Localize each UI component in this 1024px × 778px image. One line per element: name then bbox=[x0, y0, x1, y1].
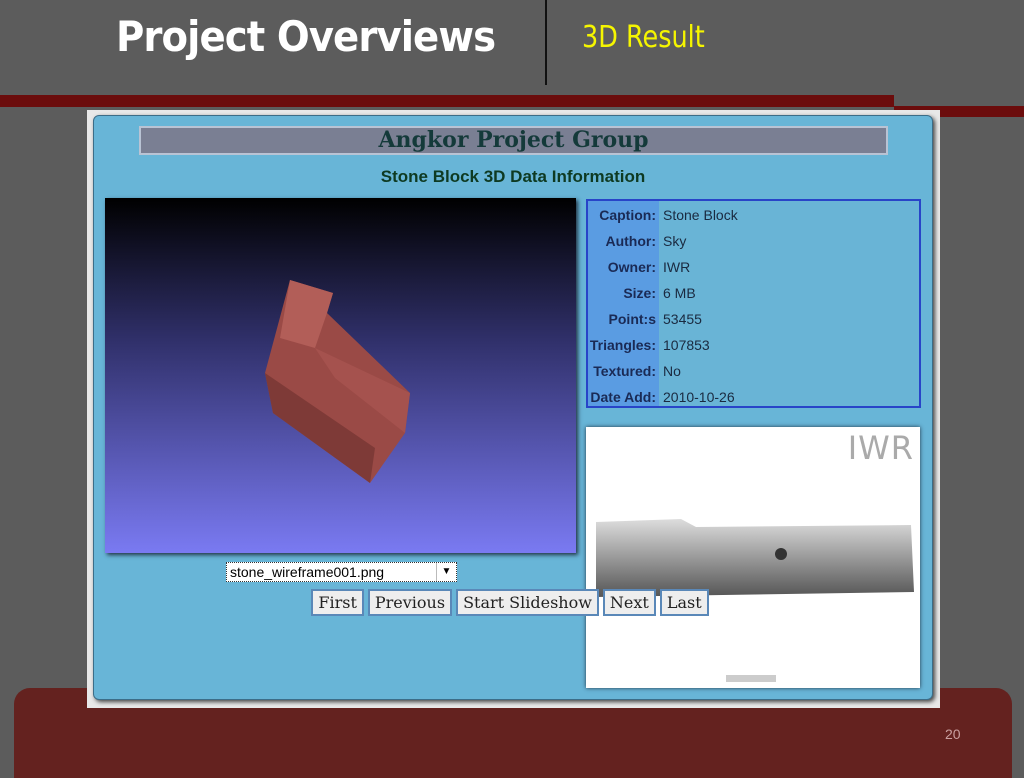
start-slideshow-button[interactable]: Start Slideshow bbox=[456, 589, 599, 616]
info-value: Stone Block bbox=[663, 207, 738, 223]
info-row: Size: 6 MB bbox=[588, 280, 918, 306]
info-row: Author: Sky bbox=[588, 228, 918, 254]
slide-title: Project Overviews bbox=[116, 12, 496, 61]
info-label: Caption: bbox=[599, 207, 656, 223]
previous-button[interactable]: Previous bbox=[367, 589, 453, 616]
navigation-buttons: First Previous Start Slideshow Next Last bbox=[93, 589, 933, 616]
info-row: Date Add: 2010-10-26 bbox=[588, 384, 918, 410]
info-label: Owner: bbox=[607, 259, 656, 275]
stone-block-model bbox=[265, 280, 410, 483]
info-table: Caption: Stone Block Author: Sky Owner: IWR Si… bbox=[586, 199, 921, 408]
info-value: 6 MB bbox=[663, 285, 696, 301]
info-value: 107853 bbox=[663, 337, 710, 353]
info-value: 53455 bbox=[663, 311, 702, 327]
page-number: 20 bbox=[945, 726, 961, 742]
info-row: Triangles: 107853 bbox=[588, 332, 918, 358]
3d-viewer[interactable] bbox=[105, 198, 576, 553]
chevron-down-icon[interactable]: ▼ bbox=[436, 563, 456, 581]
app-header: Angkor Project Group bbox=[139, 126, 888, 155]
info-label: Size: bbox=[623, 285, 656, 301]
info-label: Date Add: bbox=[590, 389, 656, 405]
select-value: stone_wireframe001.png bbox=[230, 564, 385, 580]
info-label: Author: bbox=[605, 233, 656, 249]
info-row: Owner: IWR bbox=[588, 254, 918, 280]
image-select[interactable]: stone_wireframe001.png ▼ bbox=[226, 562, 457, 582]
preview-image: IWR bbox=[586, 427, 920, 688]
slide-subtitle: 3D Result bbox=[582, 20, 705, 55]
relief-image bbox=[596, 519, 914, 682]
red-bar bbox=[0, 95, 894, 107]
info-value: Sky bbox=[663, 233, 687, 249]
app-heading: Stone Block 3D Data Information bbox=[380, 167, 646, 186]
info-row: Caption: Stone Block bbox=[588, 202, 918, 228]
info-value: 2010-10-26 bbox=[663, 389, 735, 405]
info-label: Textured: bbox=[593, 363, 656, 379]
info-row: Point:s 53455 bbox=[588, 306, 918, 332]
title-divider bbox=[545, 0, 547, 85]
last-button[interactable]: Last bbox=[659, 589, 709, 616]
next-button[interactable]: Next bbox=[602, 589, 656, 616]
info-value: No bbox=[663, 363, 681, 379]
first-button[interactable]: First bbox=[311, 589, 364, 616]
info-row: Textured: No bbox=[588, 358, 918, 384]
info-value: IWR bbox=[663, 259, 691, 275]
info-label: Point:s bbox=[608, 311, 656, 327]
info-label: Triangles: bbox=[589, 337, 656, 353]
